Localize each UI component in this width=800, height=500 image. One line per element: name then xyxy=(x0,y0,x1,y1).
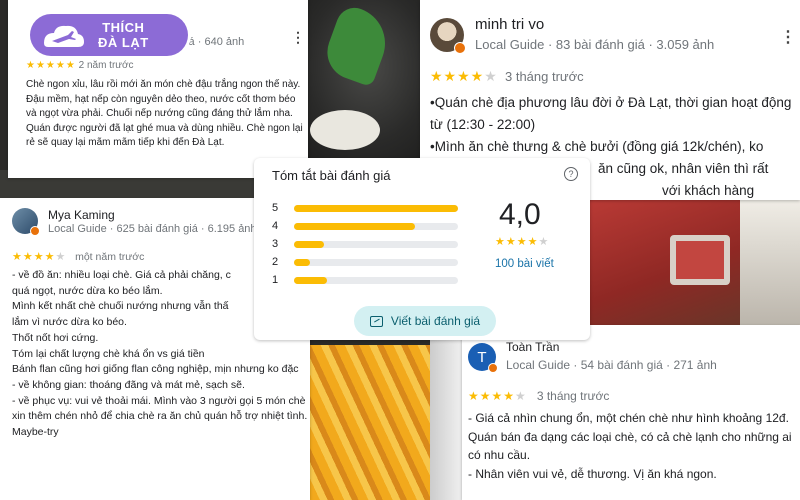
local-guide-badge-icon xyxy=(30,226,40,236)
brand-logo-badge: THÍCH ĐÀ LẠT xyxy=(30,14,188,56)
rating-bar-track xyxy=(294,276,458,284)
review-summary-card: Tóm tắt bài đánh giá ? 5 4 3 2 1 4,0 ★★★★★ 1… xyxy=(254,158,590,340)
review-time: 3 tháng trước xyxy=(505,69,584,84)
rating-bar-row[interactable]: 3 xyxy=(272,237,458,251)
rating-bar-track xyxy=(294,204,458,212)
rating-bar-fill xyxy=(294,222,416,230)
brand-name: THÍCH ĐÀ LẠT xyxy=(98,20,149,50)
rating-bar-fill xyxy=(294,240,324,248)
background-photo-pot xyxy=(290,0,420,165)
reviewer-name[interactable]: minh tri vo xyxy=(475,16,544,33)
write-review-label: Viết bài đánh giá xyxy=(390,314,481,328)
rating-stars: ★★★★ xyxy=(468,389,516,403)
rating-stars: ★★★★★ xyxy=(26,60,76,71)
rating-bar-label: 4 xyxy=(272,220,279,232)
review-card: T Toàn Trần Local Guide · 54 bài đánh gi… xyxy=(462,325,800,500)
review-rating: ★★★★★ 3 tháng trước xyxy=(430,68,584,84)
review-text: - Giá cả nhìn chung ổn, một chén chè như… xyxy=(468,411,792,481)
help-circle-icon[interactable]: ? xyxy=(564,167,578,181)
review-time: 3 tháng trước xyxy=(536,389,610,403)
reviewer-name[interactable]: Toàn Trần xyxy=(506,340,559,354)
avatar[interactable] xyxy=(430,18,466,54)
rating-bar-fill xyxy=(294,258,311,266)
review-time: 2 năm trước xyxy=(78,60,134,71)
more-vert-icon[interactable]: ⋮ xyxy=(291,30,305,44)
reviewer-meta: Local Guide · 54 bài đánh giá · 271 ảnh xyxy=(506,358,717,372)
review-rating: ★★★★★ một năm trước xyxy=(12,251,145,263)
rating-bar-label: 1 xyxy=(272,274,279,286)
reviewer-meta: Local Guide · 625 bài đánh giá · 6.195 ả… xyxy=(48,223,257,235)
rate-review-icon xyxy=(369,315,383,327)
local-guide-badge-icon xyxy=(488,363,498,373)
write-review-button[interactable]: Viết bài đánh giá xyxy=(354,306,496,336)
rating-bar-label: 3 xyxy=(272,238,279,250)
background-photo-red-object xyxy=(590,200,800,330)
review-text: Chè ngon xỉu, lâu rồi mới ăn món chè đậu… xyxy=(26,79,303,148)
review-count-link[interactable]: 100 bài viết xyxy=(495,258,554,270)
more-vert-icon[interactable]: ⋮ xyxy=(780,30,796,46)
review-card: giá · 640 ảnh ⋮ ★★★★★ 2 năm trước Chè ng… xyxy=(8,0,308,178)
review-time: một năm trước xyxy=(75,251,145,263)
local-guide-badge-icon xyxy=(454,42,466,54)
avatar[interactable] xyxy=(12,208,40,236)
rating-bar-row[interactable]: 5 xyxy=(272,201,458,215)
rating-bar-track xyxy=(294,222,458,230)
rating-bar-track xyxy=(294,240,458,248)
summary-title: Tóm tắt bài đánh giá xyxy=(272,168,391,183)
review-rating: ★★★★★ 2 năm trước xyxy=(26,60,134,71)
reviewer-meta: Local Guide · 83 bài đánh giá · 3.059 ản… xyxy=(475,37,715,52)
plane-cloud-icon xyxy=(38,19,86,51)
rating-stars: ★★★★ xyxy=(430,68,485,84)
average-stars: ★★★★★ xyxy=(495,236,550,248)
average-rating: 4,0 xyxy=(499,198,541,231)
rating-bar-row[interactable]: 2 xyxy=(272,255,458,269)
rating-bar-fill xyxy=(294,204,458,212)
rating-bar-track xyxy=(294,258,458,266)
rating-bar-row[interactable]: 1 xyxy=(272,273,458,287)
reviewer-name[interactable]: Mya Kaming xyxy=(48,208,115,222)
rating-bar-label: 5 xyxy=(272,202,279,214)
rating-bar-row[interactable]: 4 xyxy=(272,219,458,233)
review-rating: ★★★★★ 3 tháng trước xyxy=(468,389,610,403)
rating-bar-fill xyxy=(294,276,327,284)
rating-stars: ★★★★ xyxy=(12,251,56,263)
rating-bar-label: 2 xyxy=(272,256,279,268)
reviewer-meta: giá · 640 ảnh xyxy=(180,36,245,48)
avatar[interactable]: T xyxy=(468,343,498,373)
